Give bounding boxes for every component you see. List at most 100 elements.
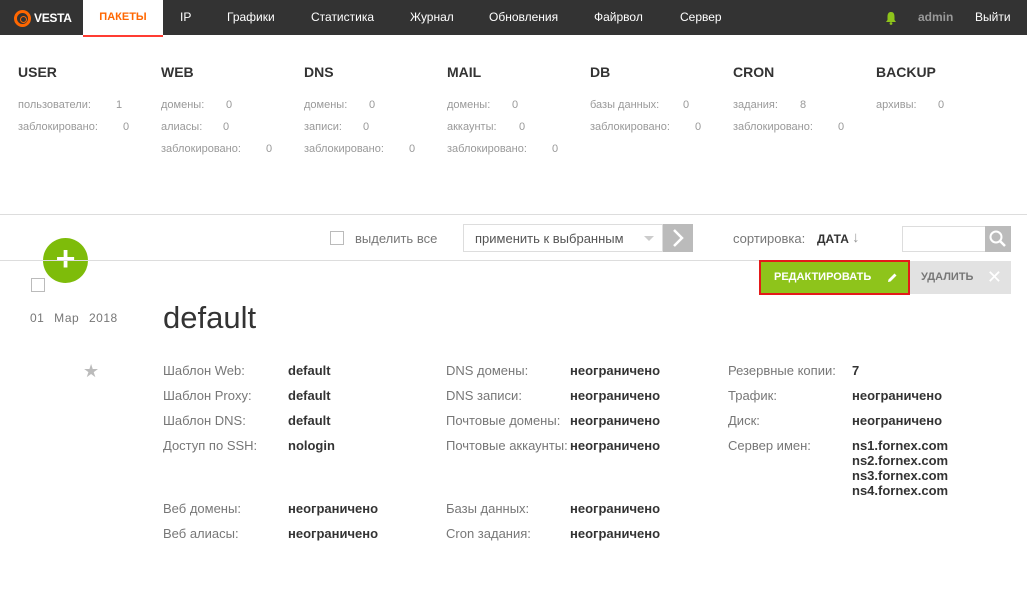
field-label: Диск: <box>728 413 760 428</box>
divider <box>0 260 759 261</box>
nav-tab-statistics[interactable]: Статистика <box>311 0 374 35</box>
stat-row: записи: 0 <box>304 121 370 133</box>
nav-tab-server[interactable]: Сервер <box>680 0 722 35</box>
nameserver-value: ns4.fornex.com <box>852 483 949 498</box>
bell-icon[interactable] <box>885 11 897 25</box>
stat-row: домены: 0 <box>161 99 233 111</box>
field-value: default <box>288 363 331 378</box>
sort-direction-icon[interactable]: ↓ <box>852 229 860 246</box>
field-label: Веб алиасы: <box>163 526 239 541</box>
stats-user: USER пользователи: 1 заблокировано: 0 <box>18 64 130 138</box>
stat-row: заблокировано: 0 <box>590 121 702 133</box>
stat-row: заблокировано: 0 <box>447 143 559 155</box>
stats-title[interactable]: DNS <box>304 64 384 84</box>
star-icon[interactable]: ★ <box>83 361 99 382</box>
search-input[interactable] <box>902 226 986 252</box>
stats-title[interactable]: WEB <box>161 64 241 84</box>
field-value: nologin <box>288 438 335 453</box>
stat-row: домены: 0 <box>447 99 519 111</box>
nameserver-value: ns1.fornex.com <box>852 438 949 453</box>
bulk-action-select[interactable]: применить к выбранным <box>463 224 663 252</box>
chevron-down-icon <box>644 236 654 241</box>
select-all-label[interactable]: выделить все <box>355 231 437 246</box>
field-label: Почтовые домены: <box>446 413 561 428</box>
stat-row: пользователи: 1 <box>18 99 123 111</box>
stats-web: WEB домены: 0 алиасы: 0 заблокировано: 0 <box>161 64 273 160</box>
nav-tab-ip[interactable]: IP <box>180 0 191 35</box>
sort-label: сортировка: <box>733 231 806 246</box>
field-value: default <box>288 413 331 428</box>
field-value: неограничено <box>570 413 661 428</box>
stat-row: заблокировано: 0 <box>733 121 845 133</box>
field-value: неограничено <box>570 438 661 453</box>
field-label: Трафик: <box>728 388 777 403</box>
field-value: неограничено <box>570 501 661 516</box>
delete-button[interactable]: УДАЛИТЬ ✕ <box>910 261 1011 294</box>
logo-text: VESTA <box>34 11 72 25</box>
nameserver-value: ns2.fornex.com <box>852 453 949 468</box>
stats-dns: DNS домены: 0 записи: 0 заблокировано: 0 <box>304 64 416 160</box>
field-label: Почтовые аккаунты: <box>446 438 568 453</box>
user-link[interactable]: admin <box>918 0 953 35</box>
package-checkbox[interactable] <box>31 278 45 292</box>
stats-cron: CRON задания: 8 заблокировано: 0 <box>733 64 845 138</box>
nav-tab-log[interactable]: Журнал <box>410 0 454 35</box>
stat-row: заблокировано: 0 <box>18 121 130 133</box>
nameserver-value: ns3.fornex.com <box>852 468 949 483</box>
field-label: Шаблон DNS: <box>163 413 246 428</box>
field-value: неограничено <box>570 363 661 378</box>
pencil-icon <box>888 273 897 282</box>
field-value: default <box>288 388 331 403</box>
top-navigation: VESTA ПАКЕТЫ IP Графики Статистика Журна… <box>0 0 1027 37</box>
search-icon <box>989 230 1006 247</box>
stats-backup: BACKUP архивы: 0 <box>876 64 944 116</box>
chevron-right-icon <box>673 229 684 247</box>
field-value: неограничено <box>852 413 943 428</box>
field-label: Шаблон Proxy: <box>163 388 252 403</box>
stat-row: заблокировано: 0 <box>161 143 273 155</box>
nav-tab-packages[interactable]: ПАКЕТЫ <box>83 0 163 37</box>
field-value: неограничено <box>570 388 661 403</box>
field-label: Базы данных: <box>446 501 530 516</box>
search-button[interactable] <box>985 226 1011 252</box>
field-label: DNS домены: <box>446 363 529 378</box>
stats-db: DB базы данных: 0 заблокировано: 0 <box>590 64 702 138</box>
nav-tab-firewall[interactable]: Файрвол <box>594 0 643 35</box>
field-label: Сервер имен: <box>728 438 811 453</box>
vesta-logo[interactable]: VESTA <box>14 9 72 27</box>
field-label: DNS записи: <box>446 388 522 403</box>
logout-link[interactable]: Выйти <box>975 0 1011 35</box>
package-name[interactable]: default <box>163 300 256 336</box>
field-value: неограничено <box>570 526 661 541</box>
logo-icon <box>14 9 31 27</box>
apply-button[interactable] <box>663 224 693 252</box>
stats-title[interactable]: BACKUP <box>876 64 936 84</box>
field-label: Шаблон Web: <box>163 363 245 378</box>
field-label: Веб домены: <box>163 501 241 516</box>
edit-button[interactable]: РЕДАКТИРОВАТЬ <box>759 260 910 295</box>
field-value: неограничено <box>288 501 379 516</box>
field-value: неограничено <box>288 526 379 541</box>
stats-title[interactable]: CRON <box>733 64 813 84</box>
nav-tab-graphs[interactable]: Графики <box>227 0 275 35</box>
stat-row: заблокировано: 0 <box>304 143 416 155</box>
nav-tab-updates[interactable]: Обновления <box>489 0 558 35</box>
stats-title[interactable]: USER <box>18 64 98 84</box>
stat-row: задания: 8 <box>733 99 807 111</box>
stats-title[interactable]: MAIL <box>447 64 527 84</box>
field-label: Резервные копии: <box>728 363 836 378</box>
bulk-action-value: применить к выбранным <box>475 231 624 246</box>
delete-button-label: УДАЛИТЬ <box>921 271 974 283</box>
stat-row: аккаунты: 0 <box>447 121 526 133</box>
package-date: 01 Мар 2018 <box>30 311 118 325</box>
sort-value[interactable]: ДАТА <box>817 232 849 246</box>
field-label: Доступ по SSH: <box>163 438 258 453</box>
stat-row: домены: 0 <box>304 99 376 111</box>
close-icon: ✕ <box>986 267 1002 287</box>
select-all-checkbox[interactable] <box>330 231 344 245</box>
stats-title[interactable]: DB <box>590 64 670 84</box>
field-label: Cron задания: <box>446 526 531 541</box>
field-value: 7 <box>852 363 860 378</box>
stat-row: алиасы: 0 <box>161 121 230 133</box>
stat-row: базы данных: 0 <box>590 99 690 111</box>
